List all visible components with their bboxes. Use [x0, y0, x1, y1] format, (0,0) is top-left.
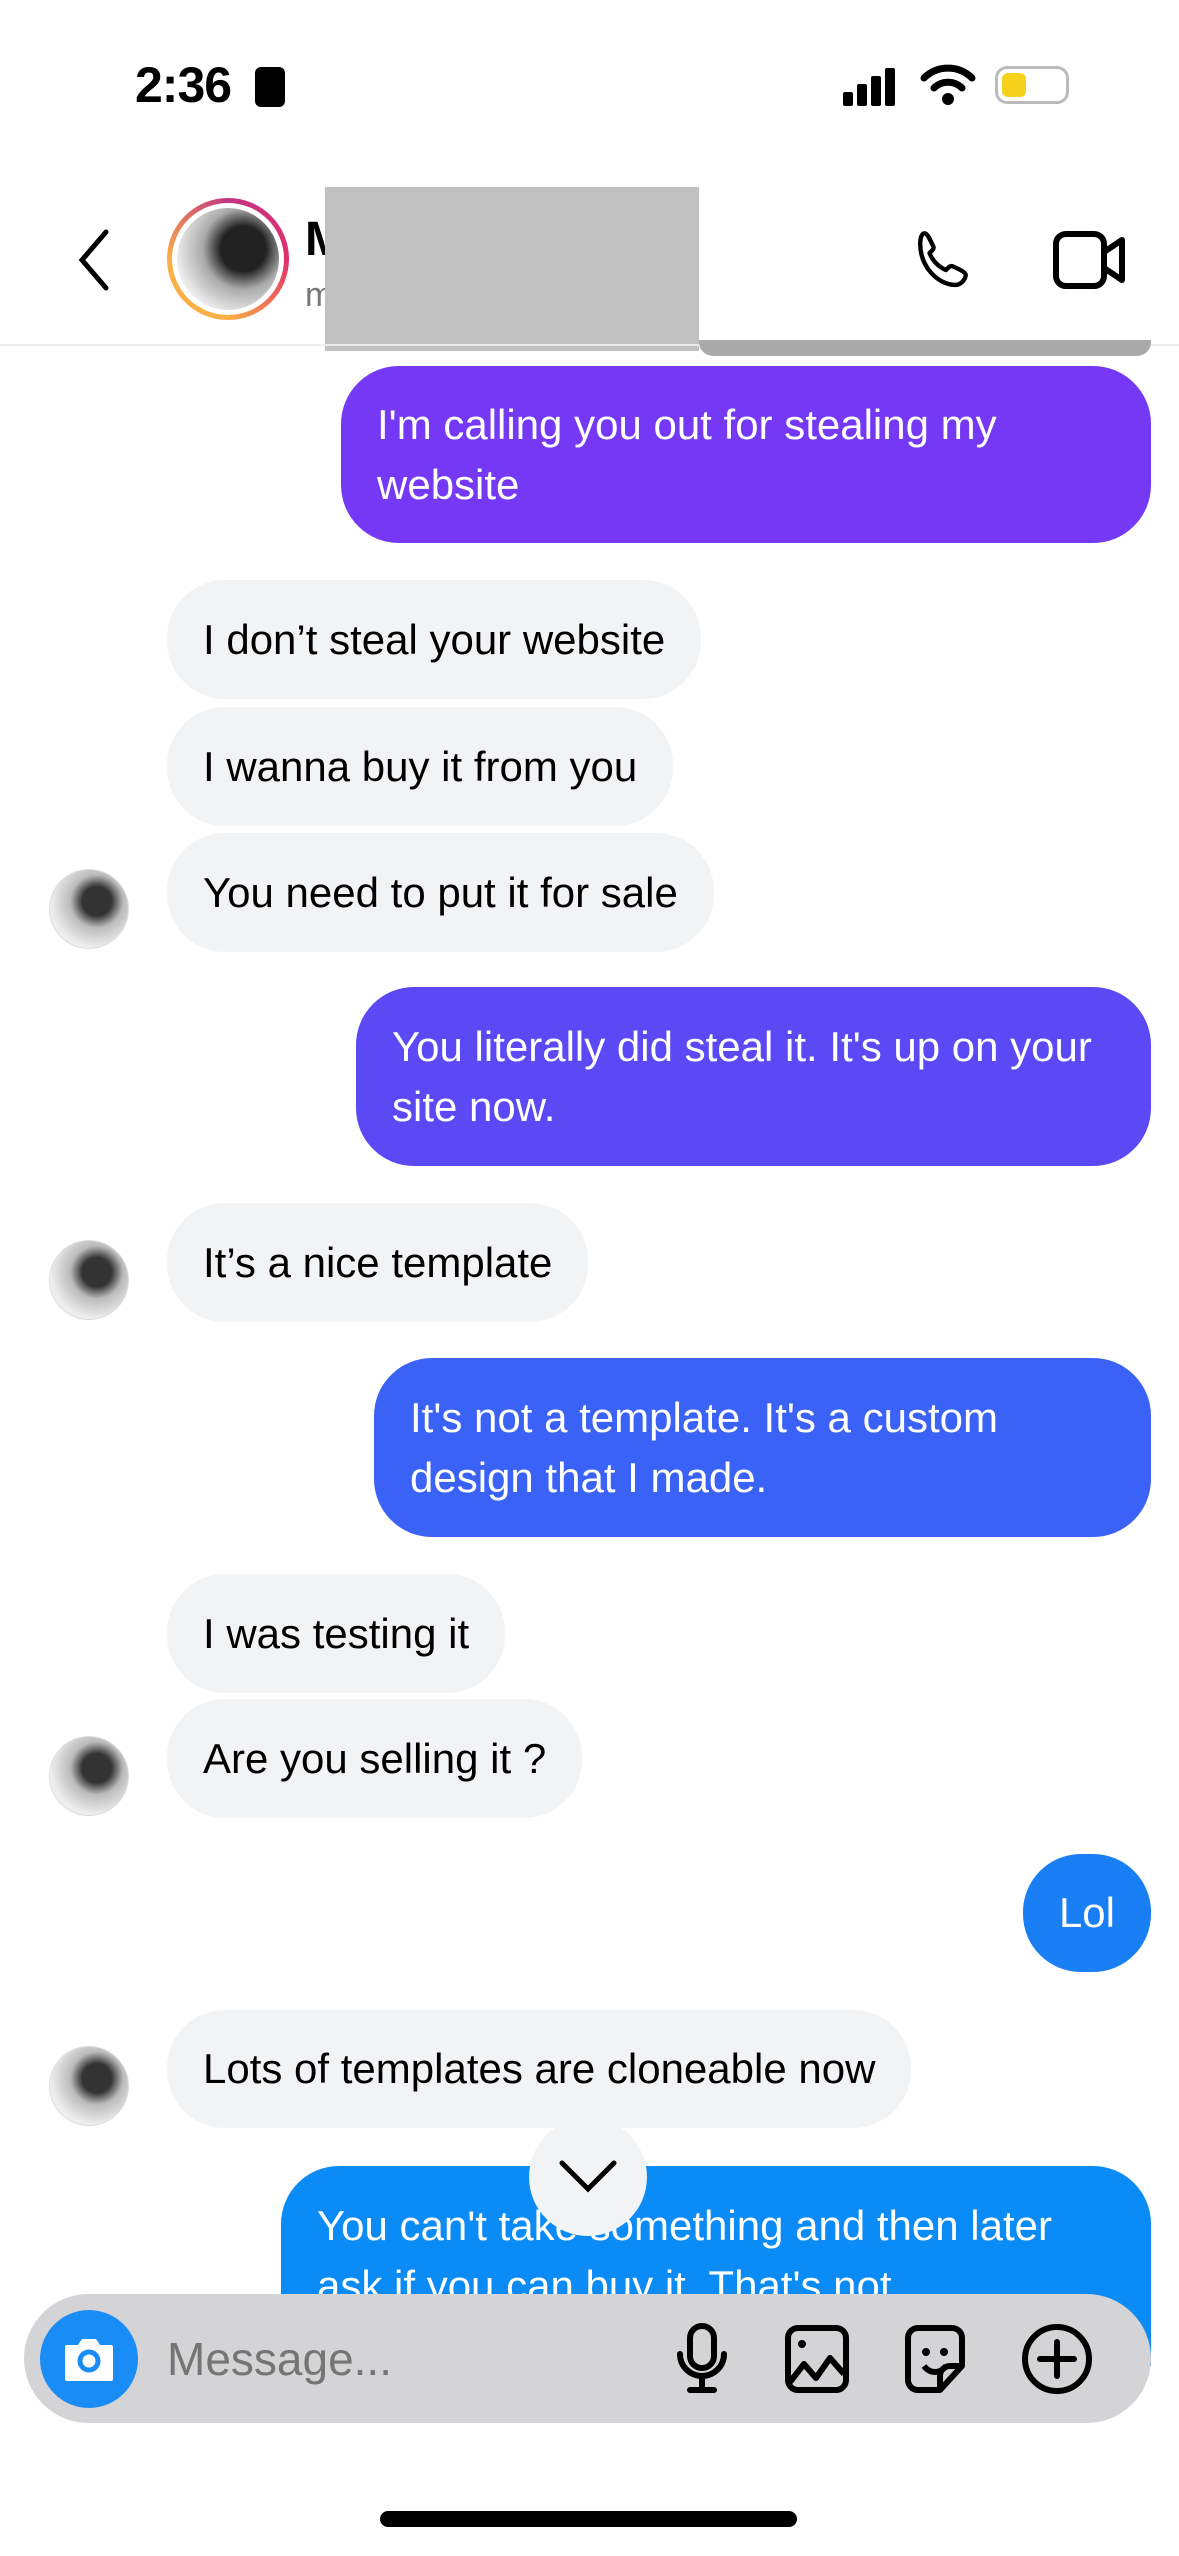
sender-avatar[interactable] [49, 869, 129, 949]
redaction-box [325, 187, 699, 351]
back-icon[interactable] [72, 228, 116, 292]
message-received[interactable]: I was testing it [167, 1574, 506, 1693]
battery-icon [995, 66, 1069, 104]
message-received[interactable]: You need to put it for sale [167, 833, 714, 952]
message-sent[interactable]: It's not a template. It's a custom desig… [374, 1358, 1151, 1537]
message-received[interactable]: It’s a nice template [167, 1203, 589, 1322]
phone-icon[interactable] [910, 225, 980, 297]
sender-avatar[interactable] [49, 1736, 129, 1816]
gallery-icon[interactable] [784, 2322, 850, 2396]
message-sent[interactable]: I'm calling you out for stealing my webs… [341, 366, 1151, 543]
chevron-down-icon [559, 2160, 617, 2193]
wifi-icon [920, 64, 976, 105]
add-icon[interactable] [1020, 2322, 1094, 2396]
message-input[interactable] [167, 2322, 647, 2396]
microphone-icon[interactable] [672, 2322, 732, 2396]
camera-button[interactable] [40, 2310, 138, 2408]
message-received[interactable]: I don’t steal your website [167, 580, 702, 699]
cellular-signal-icon [843, 68, 895, 106]
message-received[interactable]: I wanna buy it from you [167, 707, 674, 826]
camera-icon [65, 2339, 113, 2381]
message-sent[interactable]: Lol [1022, 1854, 1151, 1972]
focus-icon [255, 67, 285, 107]
message-sent[interactable]: You literally did steal it. It's up on y… [356, 987, 1151, 1166]
video-camera-icon[interactable] [1052, 228, 1128, 292]
message-received[interactable]: Lots of templates are cloneable now [167, 2010, 912, 2128]
contact-avatar[interactable] [167, 198, 289, 320]
message-received[interactable]: Are you selling it ? [167, 1699, 583, 1818]
home-indicator [380, 2511, 797, 2527]
sender-avatar[interactable] [49, 2046, 129, 2126]
previous-message-edge [699, 340, 1151, 356]
sender-avatar[interactable] [49, 1240, 129, 1320]
sticker-icon[interactable] [902, 2322, 968, 2396]
status-time: 2:36 [135, 57, 232, 113]
scroll-to-bottom-button[interactable] [529, 2118, 647, 2236]
